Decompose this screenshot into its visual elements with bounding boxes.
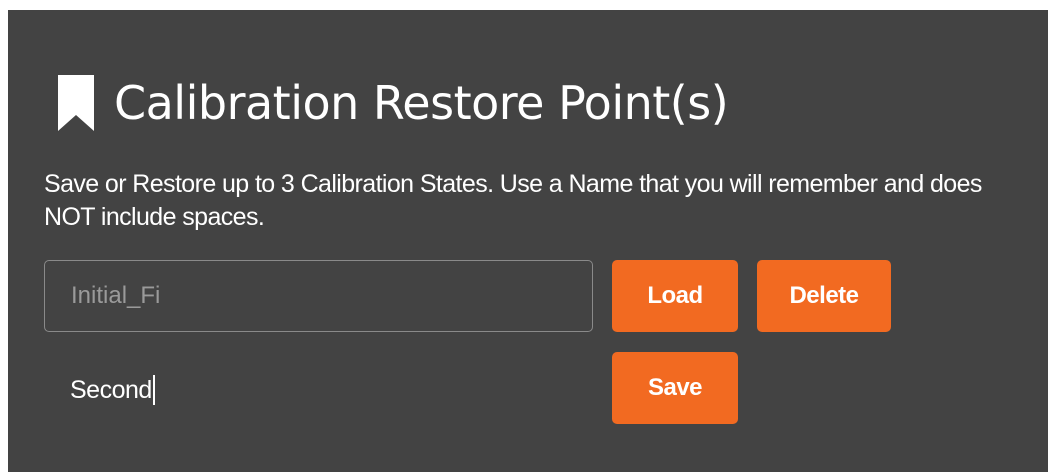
bookmark-icon bbox=[56, 75, 96, 131]
panel-header: Calibration Restore Point(s) bbox=[56, 68, 729, 138]
delete-button[interactable]: Delete bbox=[757, 260, 891, 332]
text-cursor bbox=[152, 375, 155, 405]
new-restore-point-name-text: Second bbox=[70, 375, 152, 404]
panel-title: Calibration Restore Point(s) bbox=[114, 76, 729, 130]
save-button[interactable]: Save bbox=[612, 352, 738, 424]
new-restore-point-name-field[interactable]: Second bbox=[70, 370, 155, 410]
restore-point-name-input[interactable] bbox=[44, 260, 593, 332]
calibration-restore-panel: Calibration Restore Point(s) Save or Res… bbox=[8, 10, 1048, 472]
panel-description: Save or Restore up to 3 Calibration Stat… bbox=[44, 170, 982, 231]
load-button[interactable]: Load bbox=[612, 260, 738, 332]
